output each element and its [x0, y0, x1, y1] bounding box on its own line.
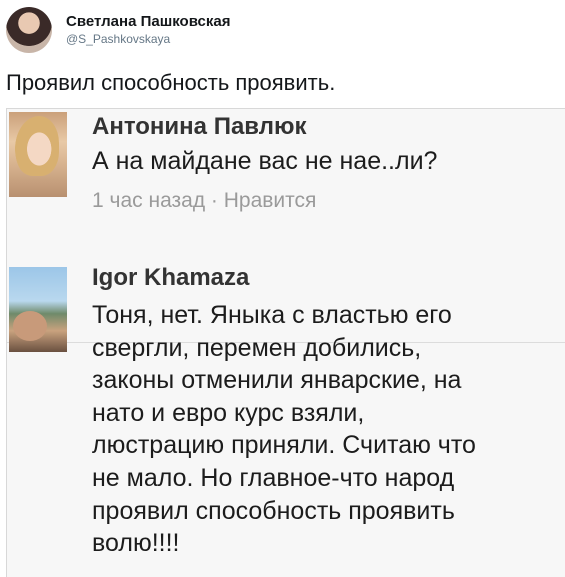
comment-text: Тоня, нет. Яныка с властью его свергли, … — [92, 301, 476, 558]
embedded-screenshot: Антонина Павлюк А на майдане вас не нае.… — [6, 108, 565, 577]
tweet-header: Светлана Пашковская @S_Pashkovskaya — [6, 6, 230, 54]
author-name[interactable]: Светлана Пашковская — [66, 13, 230, 31]
tweet-text: Проявил способность проявить. — [6, 70, 336, 95]
comment-meta: 1 час назад · Нравится — [92, 189, 317, 212]
author-handle[interactable]: @S_Pashkovskaya — [66, 31, 230, 47]
comment-author: Антонина Павлюк — [92, 113, 307, 140]
comment-author: Igor Khamaza — [92, 264, 250, 291]
comment-avatar — [9, 267, 67, 352]
comment-text: А на майдане вас не нае..ли? — [92, 147, 438, 175]
comment-avatar — [9, 112, 67, 197]
author-info: Светлана Пашковская @S_Pashkovskaya — [66, 13, 230, 47]
author-avatar[interactable] — [6, 7, 52, 53]
